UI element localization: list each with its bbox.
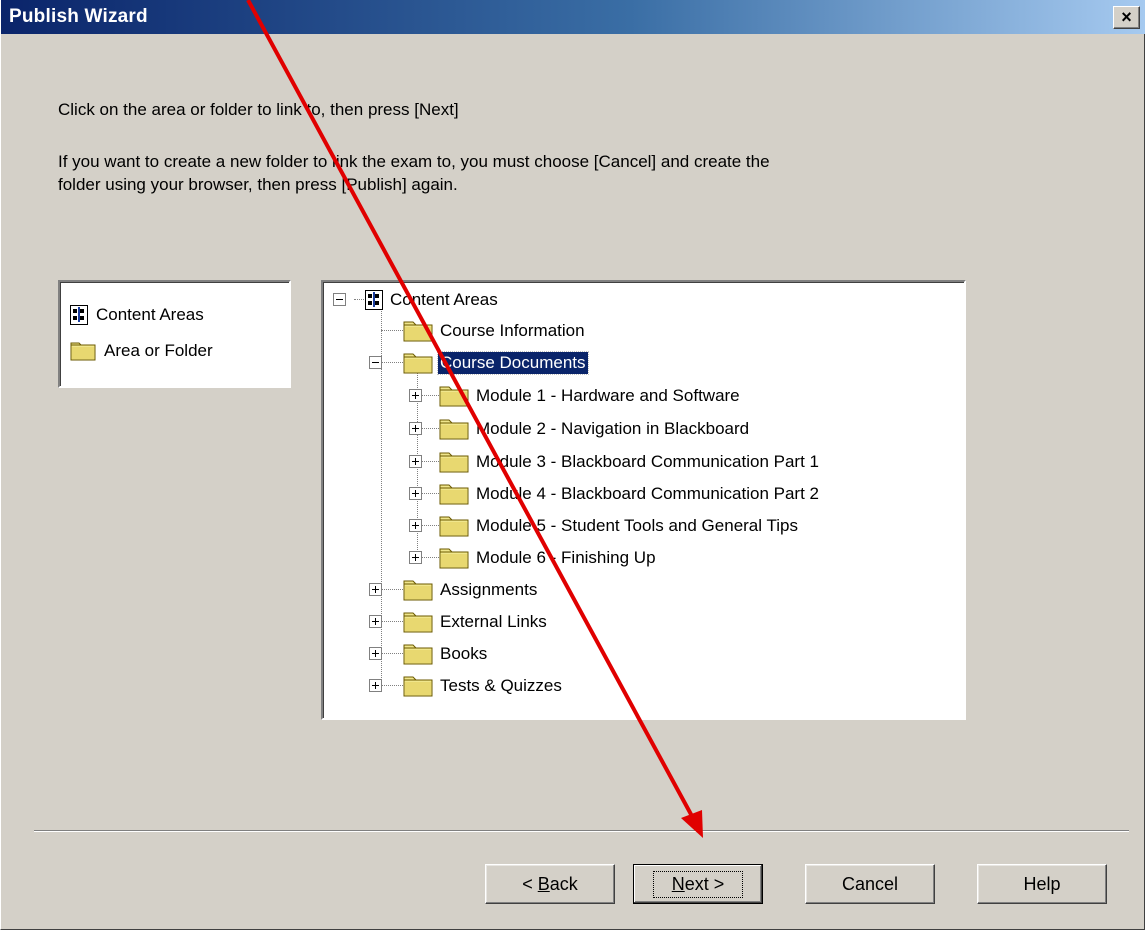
tree-node-label: Assignments <box>440 580 538 599</box>
tree-node-label: Module 1 - Hardware and Software <box>476 386 740 405</box>
folder-icon <box>403 579 433 601</box>
tree-expand-toggle[interactable] <box>409 551 422 564</box>
tree-expand-toggle[interactable] <box>409 487 422 500</box>
tree-node-books[interactable]: Books <box>403 640 489 668</box>
tree-expand-toggle[interactable] <box>369 647 382 660</box>
help-button-label: Help <box>1023 873 1061 894</box>
publish-wizard-dialog: Publish Wizard × Click on the area or fo… <box>0 0 1145 930</box>
tree-expand-toggle[interactable] <box>409 455 422 468</box>
tree-node-label: Tests & Quizzes <box>440 676 562 695</box>
folder-icon <box>403 675 433 697</box>
back-button-label: < Back <box>522 873 578 894</box>
folder-icon <box>439 547 469 569</box>
tree-node-label: Content Areas <box>390 290 498 309</box>
tree-expand-toggle[interactable] <box>409 422 422 435</box>
tree-collapse-toggle[interactable] <box>369 356 382 369</box>
folder-tree-panel[interactable]: Content Areas Course Information Course … <box>321 280 966 720</box>
folder-icon <box>403 611 433 633</box>
tree-node-external-links[interactable]: External Links <box>403 608 549 636</box>
cancel-button-label: Cancel <box>841 873 899 894</box>
legend-item-folder: Area or Folder <box>70 338 213 364</box>
tree-node-label: Module 6 - Finishing Up <box>476 548 656 567</box>
next-button[interactable]: Next > <box>633 864 763 904</box>
tree-expand-toggle[interactable] <box>369 615 382 628</box>
tree-expand-toggle[interactable] <box>369 583 382 596</box>
tree-node-label: Module 4 - Blackboard Communication Part… <box>476 484 819 503</box>
legend-item-content-areas: Content Areas <box>70 302 204 328</box>
tree-node-label: External Links <box>440 612 547 631</box>
content-areas-icon <box>70 305 88 325</box>
legend-panel: Content Areas Area or Folder <box>58 280 291 388</box>
window-title: Publish Wizard <box>9 6 148 27</box>
tree-expand-toggle[interactable] <box>409 389 422 402</box>
tree-node-tests-quizzes[interactable]: Tests & Quizzes <box>403 672 564 700</box>
legend-item-label: Content Areas <box>96 305 204 324</box>
button-separator <box>34 830 1129 832</box>
folder-icon <box>403 320 433 342</box>
tree-node-root[interactable]: Content Areas <box>365 286 500 314</box>
content-areas-icon <box>365 290 383 310</box>
folder-icon <box>439 483 469 505</box>
tree-node-module-4[interactable]: Module 4 - Blackboard Communication Part… <box>439 480 821 508</box>
instruction-line-1: Click on the area or folder to link to, … <box>58 100 459 119</box>
folder-icon <box>403 643 433 665</box>
tree-node-module-2[interactable]: Module 2 - Navigation in Blackboard <box>439 415 751 443</box>
tree-expand-toggle[interactable] <box>409 519 422 532</box>
tree-node-course-documents[interactable]: Course Documents <box>403 349 589 377</box>
instruction-line-3: folder using your browser, then press [P… <box>58 175 458 194</box>
folder-icon <box>403 352 433 374</box>
close-icon: × <box>1121 7 1132 27</box>
tree-node-label: Module 3 - Blackboard Communication Part… <box>476 452 819 471</box>
help-button[interactable]: Help <box>977 864 1107 904</box>
folder-icon <box>439 451 469 473</box>
folder-icon <box>439 385 469 407</box>
tree-node-label: Course Information <box>440 321 585 340</box>
tree-expand-toggle[interactable] <box>369 679 382 692</box>
tree-node-label: Course Documents <box>437 351 589 375</box>
tree-node-assignments[interactable]: Assignments <box>403 576 539 604</box>
title-bar[interactable]: Publish Wizard × <box>1 0 1145 34</box>
tree-node-label: Books <box>440 644 488 663</box>
tree-node-module-1[interactable]: Module 1 - Hardware and Software <box>439 382 742 410</box>
instruction-line-2: If you want to create a new folder to li… <box>58 152 770 171</box>
folder-icon <box>439 515 469 537</box>
folder-icon <box>439 418 469 440</box>
tree-node-module-6[interactable]: Module 6 - Finishing Up <box>439 544 658 572</box>
legend-item-label: Area or Folder <box>104 341 213 360</box>
tree-collapse-toggle[interactable] <box>333 293 346 306</box>
cancel-button[interactable]: Cancel <box>805 864 935 904</box>
tree-node-module-3[interactable]: Module 3 - Blackboard Communication Part… <box>439 448 821 476</box>
tree-node-label: Module 2 - Navigation in Blackboard <box>476 419 750 438</box>
tree-node-module-5[interactable]: Module 5 - Student Tools and General Tip… <box>439 512 800 540</box>
tree-node-label: Module 5 - Student Tools and General Tip… <box>476 516 798 535</box>
tree-node-course-information[interactable]: Course Information <box>403 317 587 345</box>
back-button[interactable]: < Back <box>485 864 615 904</box>
folder-icon <box>70 341 96 361</box>
close-button[interactable]: × <box>1113 6 1140 29</box>
next-button-label: Next > <box>652 870 744 898</box>
